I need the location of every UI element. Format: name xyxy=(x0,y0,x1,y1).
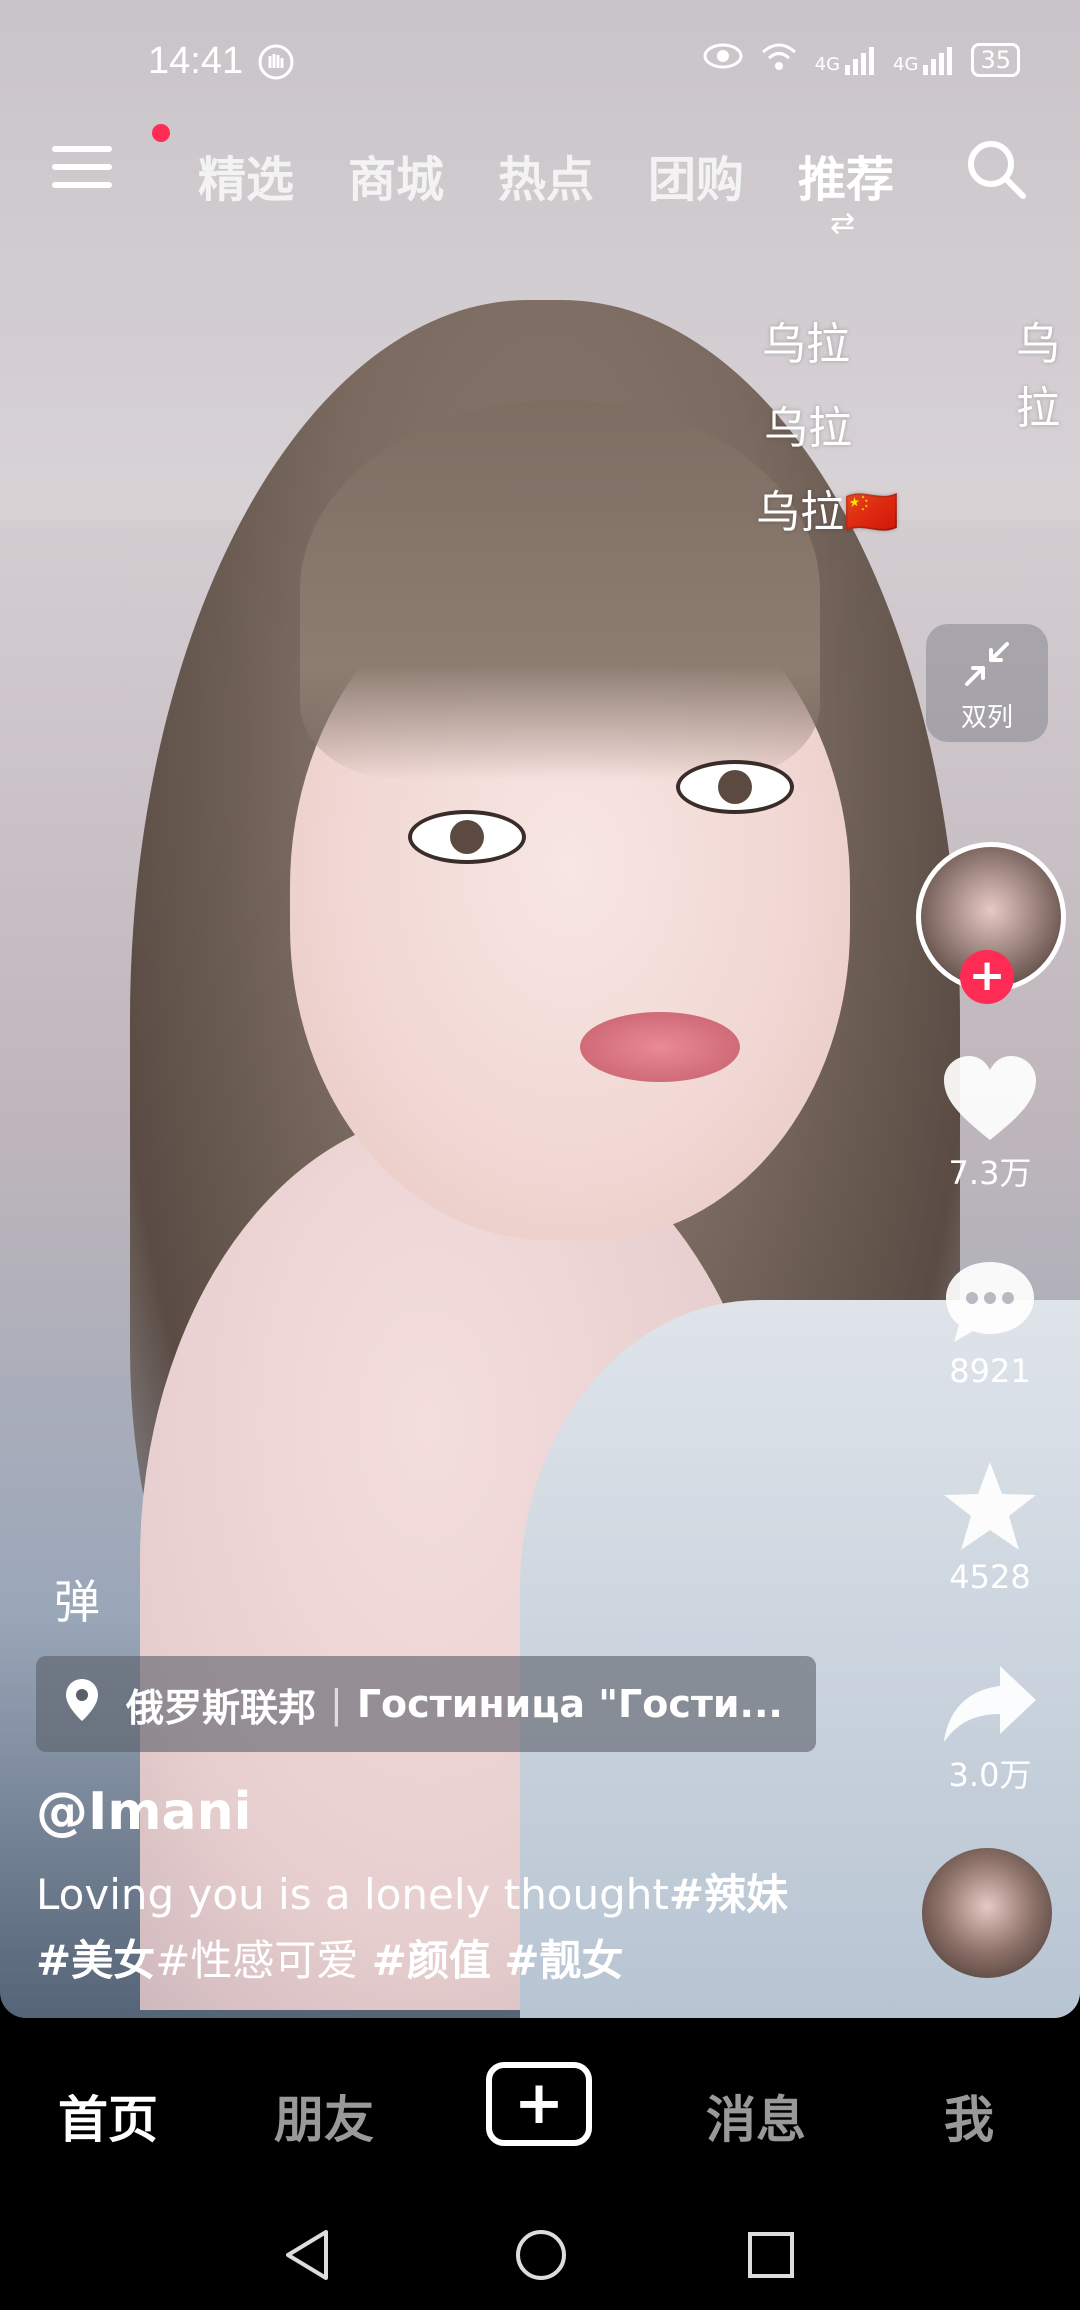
tab-group-buy[interactable]: 团购 xyxy=(648,140,744,210)
switch-arrows-icon: ⇄ xyxy=(830,206,856,241)
eye-icon xyxy=(703,42,743,78)
signal-icon-2: 4G xyxy=(893,45,955,75)
location-pin-icon xyxy=(64,1677,100,1732)
left-eye xyxy=(408,810,526,864)
search-icon[interactable] xyxy=(965,138,1027,200)
create-button[interactable]: + xyxy=(486,2062,592,2146)
collapse-arrows-icon xyxy=(926,624,1048,697)
video-subject-bangs xyxy=(300,400,820,780)
hashtag[interactable]: #靓女 xyxy=(504,1936,623,1985)
comment-icon xyxy=(946,1262,1034,1342)
battery-icon: 35 xyxy=(971,43,1020,77)
status-indicators: 4G 4G 35 xyxy=(703,40,1020,80)
danmaku-comment: 乌拉 xyxy=(764,403,852,454)
menu-icon[interactable] xyxy=(52,146,112,194)
video-subject-lips xyxy=(580,1012,740,1082)
location-tag[interactable]: 俄罗斯联邦 | Гостиница "Гости... xyxy=(36,1656,816,1752)
back-icon[interactable] xyxy=(282,2228,332,2286)
hashtag[interactable]: #性感可爱 xyxy=(155,1936,358,1985)
dual-column-button[interactable]: 双列 xyxy=(926,624,1048,742)
favorite-count: 4528 xyxy=(949,1558,1031,1596)
share-count: 3.0万 xyxy=(948,1756,1032,1794)
follow-plus-button[interactable]: + xyxy=(960,950,1014,1004)
status-time: 14:41 xyxy=(148,40,244,82)
caption-text: Loving you is a lonely thought xyxy=(36,1870,669,1919)
hashtag[interactable]: #美女 xyxy=(36,1936,155,1985)
network-type-2: 4G xyxy=(893,54,919,75)
tab-messages[interactable]: 消息 xyxy=(706,2080,806,2152)
danmaku-comment: 乌拉🇨🇳 xyxy=(756,487,899,538)
dual-column-label: 双列 xyxy=(960,703,1013,733)
favorite-button[interactable]: 4528 xyxy=(920,1460,1060,1596)
tab-recommend[interactable]: 推荐 xyxy=(798,140,894,210)
tab-hot[interactable]: 热点 xyxy=(498,140,594,210)
share-button[interactable]: 3.0万 xyxy=(920,1662,1060,1796)
hashtag[interactable]: #辣妹 xyxy=(669,1870,788,1919)
recent-apps-icon[interactable] xyxy=(746,2230,796,2284)
video-caption: Loving you is a lonely thought#辣妹 #美女#性感… xyxy=(36,1862,856,1994)
music-disc[interactable] xyxy=(922,1848,1052,1978)
right-eye xyxy=(676,760,794,814)
like-count: 7.3万 xyxy=(948,1154,1032,1192)
home-circle-icon[interactable] xyxy=(514,2228,568,2286)
heart-icon xyxy=(944,1056,1036,1140)
network-type-1: 4G xyxy=(814,54,841,75)
location-country: 俄罗斯联邦 xyxy=(126,1685,317,1730)
comment-button[interactable]: 8921 xyxy=(920,1258,1060,1390)
system-navigation-bar xyxy=(0,2198,1080,2310)
signal-icon: 4G xyxy=(815,45,877,75)
wifi-icon xyxy=(759,40,799,80)
tab-mall[interactable]: 商城 xyxy=(348,140,444,210)
hand-gesture-icon xyxy=(258,44,294,84)
notification-dot xyxy=(152,124,170,142)
danmaku-comment: 乌拉 xyxy=(1016,319,1060,434)
danmaku-comment: 乌拉 xyxy=(762,319,850,370)
tab-me[interactable]: 我 xyxy=(944,2080,994,2152)
like-button[interactable]: 7.3万 xyxy=(920,1054,1060,1194)
location-separator: | xyxy=(330,1682,343,1726)
status-bar: 14:41 4G 4G 35 xyxy=(0,0,1080,120)
tab-friends[interactable]: 朋友 xyxy=(274,2080,374,2152)
comment-count: 8921 xyxy=(949,1352,1031,1390)
star-icon xyxy=(944,1462,1036,1550)
author-name[interactable]: @Imani xyxy=(36,1782,251,1842)
share-arrow-icon xyxy=(944,1666,1036,1742)
hashtag[interactable]: #颜值 xyxy=(372,1936,491,1985)
location-place: Гостиница "Гости... xyxy=(356,1682,783,1726)
barrage-toggle-button[interactable]: 弹 xyxy=(54,1566,100,1632)
tab-home[interactable]: 首页 xyxy=(58,2080,158,2152)
tab-featured[interactable]: 精选 xyxy=(198,140,294,210)
